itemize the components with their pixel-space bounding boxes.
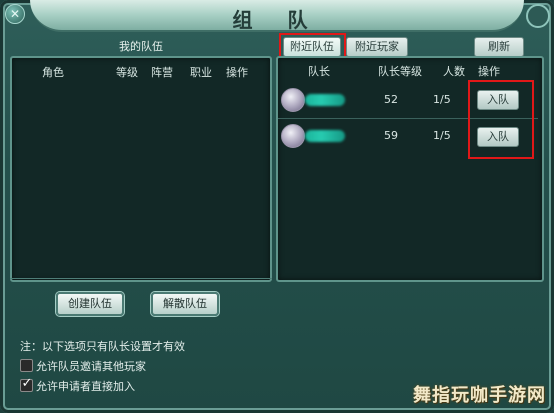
tab-nearby-players[interactable]: 附近玩家: [346, 37, 408, 57]
allow-direct-join-checkbox[interactable]: ✓: [20, 376, 33, 392]
member-count: 1/5: [433, 129, 451, 142]
window-title: 组 队: [232, 8, 322, 32]
leader-avatar: [281, 124, 305, 148]
join-highlight-box: [468, 80, 534, 159]
leader-avatar: [281, 88, 305, 112]
column-leader-level: 队长等级: [378, 65, 422, 78]
member-count: 1/5: [433, 93, 451, 106]
column-operation: 操作: [478, 65, 500, 78]
disband-team-button[interactable]: 解散队伍: [151, 292, 219, 316]
close-icon[interactable]: ✕: [5, 4, 25, 24]
leader-level: 52: [384, 93, 398, 106]
column-leader: 队长: [308, 65, 330, 78]
corner-ornament-icon: [526, 4, 550, 28]
my-team-title: 我的队伍: [119, 40, 163, 53]
leader-level: 59: [384, 129, 398, 142]
my-team-panel: [10, 56, 272, 282]
checkmark-icon: ✓: [21, 376, 33, 391]
column-level: 等级: [116, 66, 138, 79]
allow-invite-label: 允许队员邀请其他玩家: [36, 360, 146, 373]
column-role: 角色: [42, 66, 64, 79]
panel-divider: [10, 278, 272, 279]
options-note: 注：以下选项只有队长设置才有效: [20, 340, 185, 353]
column-faction: 阵营: [151, 66, 173, 79]
watermark-logo: 舞指玩咖手游网: [413, 385, 546, 406]
column-members: 人数: [443, 65, 465, 78]
leader-name-blurred: [305, 130, 345, 142]
refresh-button[interactable]: 刷新: [474, 37, 524, 57]
allow-invite-checkbox[interactable]: [20, 359, 33, 372]
leader-name-blurred: [305, 94, 345, 106]
create-team-button[interactable]: 创建队伍: [56, 292, 124, 316]
column-class: 职业: [190, 66, 212, 79]
column-action: 操作: [226, 66, 248, 79]
allow-direct-join-label: 允许申请者直接加入: [36, 380, 135, 393]
